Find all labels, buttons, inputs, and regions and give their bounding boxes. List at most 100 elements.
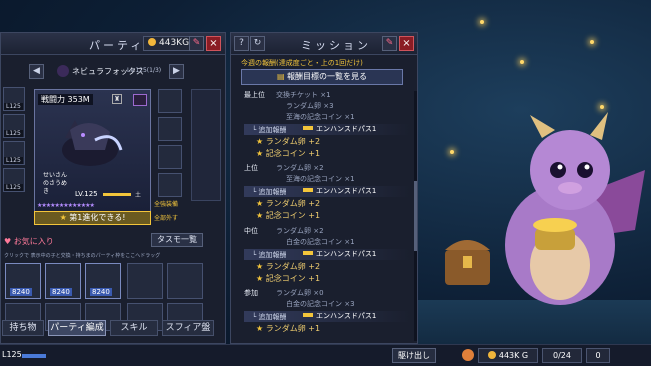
close-button[interactable]: × [206, 36, 221, 51]
rank-badge[interactable]: 駆け出し [392, 348, 436, 363]
equip-all-button[interactable]: 全強装備 [154, 199, 178, 208]
gold-counter: 443K G [478, 348, 538, 363]
evolution-button[interactable]: ★ 第1進化できる! [34, 211, 151, 225]
party-titlebar: パーティ 443KG ✎ × [1, 33, 225, 55]
item-slot[interactable] [133, 94, 147, 106]
star-icon: ★ [256, 324, 264, 333]
element-label: 土 [135, 192, 142, 199]
close-button[interactable]: × [399, 36, 414, 51]
lock-icon[interactable]: ♜ [112, 94, 122, 104]
pin-button[interactable]: ✎ [382, 36, 397, 51]
favorites-label: ♥ お気に入り [4, 237, 54, 246]
extra-label: └ 追加報酬 [252, 313, 287, 321]
bonus-item: ★ 記念コイン +1 [256, 211, 321, 220]
pass-icon [303, 188, 313, 192]
exp-bar [103, 193, 131, 196]
party-member-card[interactable]: 8240 [5, 263, 41, 299]
tier-item: ランダム卵 ×0 [276, 289, 324, 297]
party-member-card[interactable]: 8240 [85, 263, 121, 299]
extra-label: └ 追加報酬 [252, 251, 287, 259]
refresh-button[interactable]: ↻ [250, 36, 265, 51]
tab-party[interactable]: パーティ編成 [48, 320, 106, 336]
prev-character-button[interactable]: ◀ [29, 64, 44, 79]
unequip-all-button[interactable]: 全部外す [154, 213, 178, 222]
enhance-label: エンハンスドパス1 [300, 186, 376, 196]
scroll-thumb[interactable] [414, 181, 417, 251]
tier-item: ランダム卵 ×3 [286, 102, 334, 110]
mission-titlebar: ? ↻ ミッション ✎ × [231, 33, 417, 55]
pass-icon [303, 251, 313, 255]
tier-item: ランダム卵 ×2 [276, 164, 324, 172]
exp-bar [22, 354, 46, 358]
tab-inventory[interactable]: 持ち物 [2, 320, 44, 336]
player-level: L125 [2, 350, 22, 359]
empty-member-slot[interactable] [167, 263, 203, 299]
bonus-item: ★ 記念コイン +1 [256, 149, 321, 158]
tasmo-list-button[interactable]: タスモ一覧 [151, 233, 203, 247]
star-icon: ★ [256, 211, 264, 220]
star-icon: ★ [256, 262, 264, 271]
skill-slot[interactable]: L125 [3, 141, 25, 165]
coin-icon [487, 351, 496, 359]
tier-item: ランダム卵 ×2 [276, 227, 324, 235]
party-window: パーティ 443KG ✎ × ◀ ネビュラフォックス Lv.125(1/3) ▶… [0, 32, 226, 344]
character-card: 戦闘力 353M ♜ せいさんのさうめき LV.125 土 ★★★★★★★★★★… [34, 89, 151, 213]
list-icon: ▤ [276, 72, 285, 81]
star-icon: ★ [256, 149, 264, 158]
next-character-button[interactable]: ▶ [169, 64, 184, 79]
skill-slot[interactable]: L125 [3, 87, 25, 111]
character-icon [57, 65, 69, 77]
skill-slot[interactable]: L125 [3, 168, 25, 192]
nickname: せいさんのさうめき [43, 172, 68, 195]
reward-list-button[interactable]: ▤ 報酬目標の一覧を見る [241, 69, 403, 85]
star-icon: ★ [59, 213, 67, 222]
scroll-track[interactable] [414, 91, 417, 341]
bonus-item: ★ ランダム卵 +2 [256, 199, 321, 208]
character-portrait [62, 120, 123, 166]
coin-icon [148, 38, 156, 46]
party-title: パーティ [89, 39, 145, 52]
tier-item: 白金の記念コイン ×1 [286, 238, 355, 246]
enhance-label: エンハンスドパス1 [300, 124, 376, 134]
extra-label: └ 追加報酬 [252, 126, 287, 134]
help-button[interactable]: ? [234, 36, 249, 51]
equip-slot[interactable] [158, 117, 182, 141]
empty-member-slot[interactable] [127, 263, 163, 299]
pass-icon [303, 126, 313, 130]
party-gold: 443KG [143, 36, 195, 51]
tab-skill[interactable]: スキル [110, 320, 158, 336]
tier-item: 至海の記念コイン ×1 [286, 175, 355, 183]
star-icon: ★ [256, 199, 264, 208]
tier-rank: 中位 [244, 227, 258, 235]
pass-icon [303, 313, 313, 317]
tier-rank: 参加 [244, 289, 258, 297]
mission-title: ミッション [301, 39, 371, 52]
equip-slot[interactable] [158, 173, 182, 197]
power-label: 戦闘力 353M [38, 94, 93, 105]
character-level: Lv.125(1/3) [127, 67, 162, 74]
equip-slot[interactable] [158, 89, 182, 113]
pin-button[interactable]: ✎ [189, 36, 204, 51]
hint-text: クリックで 表示中の子と交換・持ちまのパーティ枠をここへドラッグ [4, 253, 161, 259]
tier-rank: 最上位 [244, 91, 265, 99]
party-member-card[interactable]: 8240 [45, 263, 81, 299]
bonus-item: ★ ランダム卵 +1 [256, 324, 321, 333]
bonus-item: ★ ランダム卵 +2 [256, 137, 321, 146]
dragon-mascot [445, 112, 645, 305]
tab-sphere[interactable]: スフィア盤 [162, 320, 214, 336]
extra-label: └ 追加報酬 [252, 188, 287, 196]
star-rating: ★★★★★★★★★★★★★ [37, 202, 95, 209]
firefly [520, 60, 524, 64]
equip-slot[interactable] [158, 145, 182, 169]
tier-rank: 上位 [244, 164, 258, 172]
bonus-item: ★ 記念コイン +1 [256, 274, 321, 283]
tier-item: 白金の記念コイン ×3 [286, 300, 355, 308]
enhance-label: エンハンスドパス1 [300, 249, 376, 259]
coin-icon [462, 349, 474, 361]
tier-item: 至海の記念コイン ×1 [286, 113, 355, 121]
bottom-hud: L125 駆け出し 443K G 0/24 0 [0, 344, 651, 366]
bonus-item: ★ ランダム卵 +2 [256, 262, 321, 271]
tier-item: 交換チケット ×1 [276, 91, 331, 99]
skill-slot[interactable]: L125 [3, 114, 25, 138]
inventory-counter: 0/24 [542, 348, 582, 363]
